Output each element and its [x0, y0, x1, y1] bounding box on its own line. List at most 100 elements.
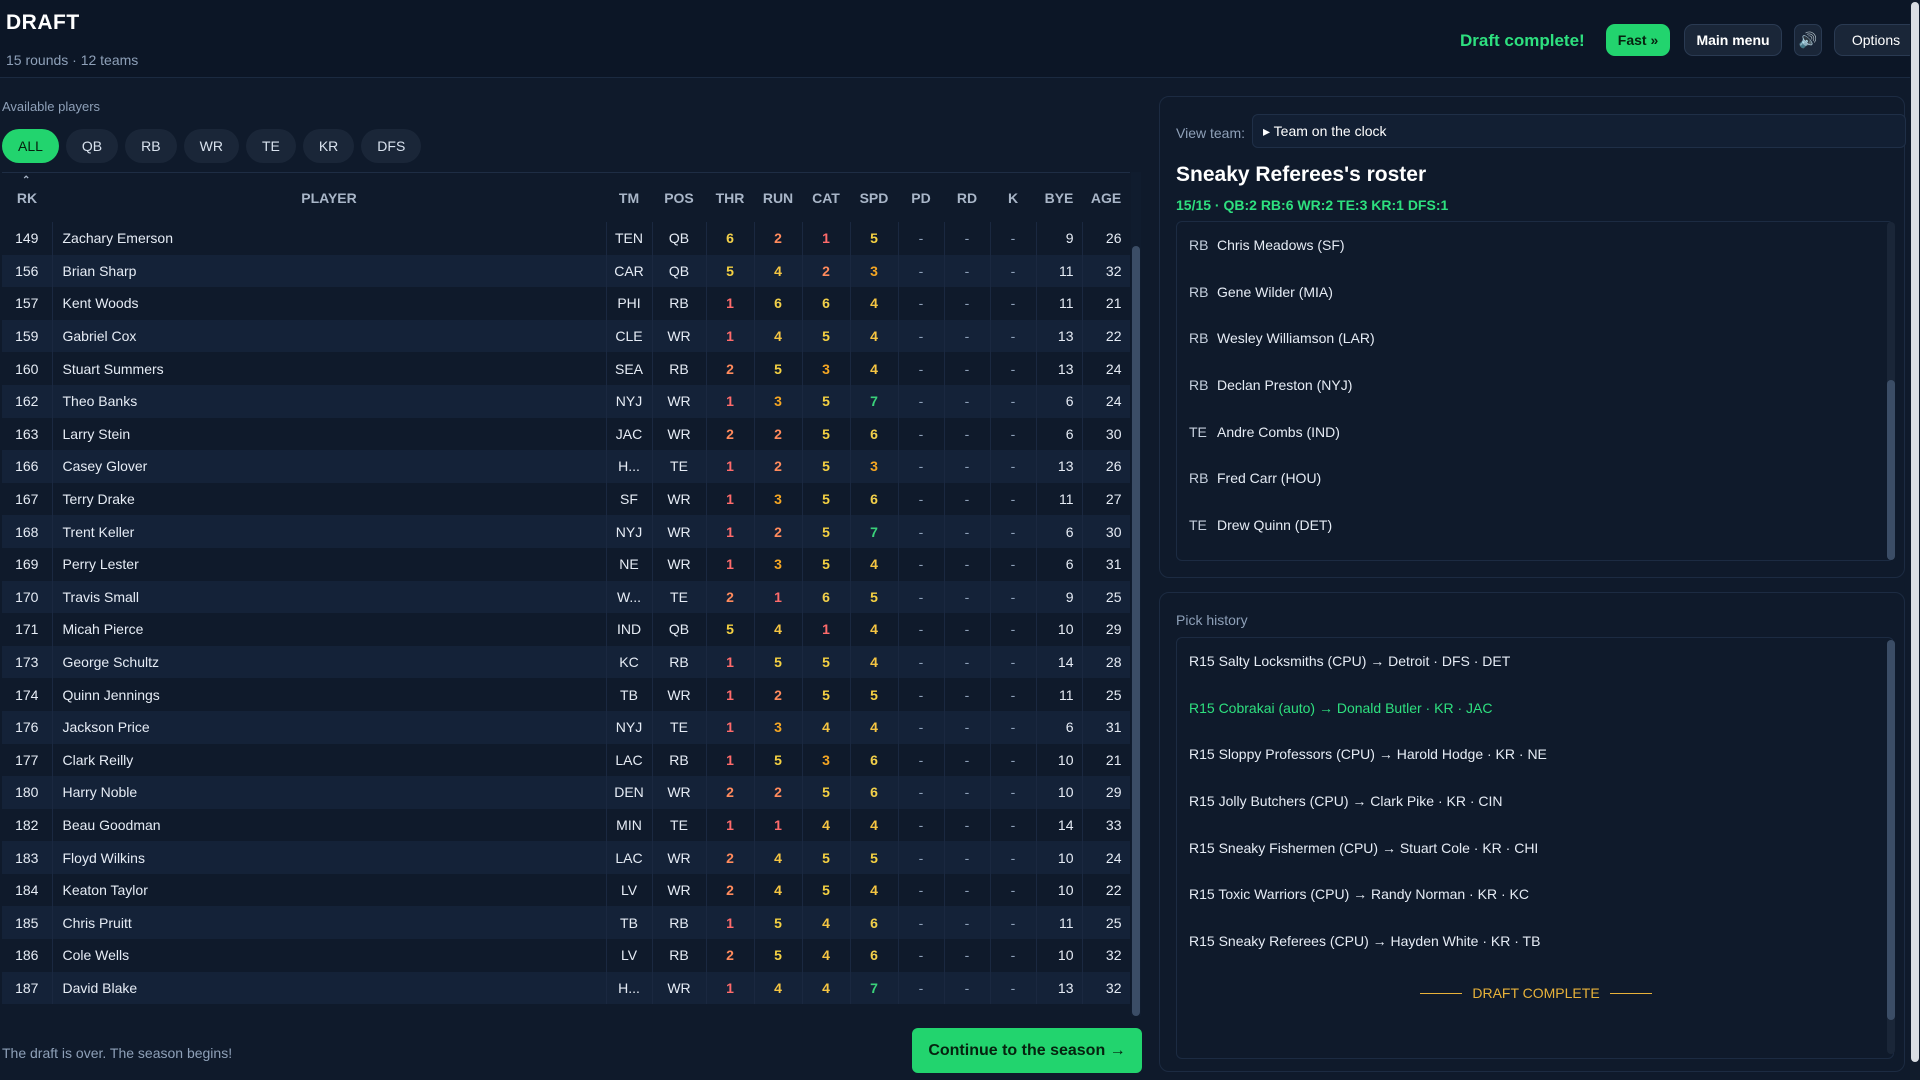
- column-header-age[interactable]: AGE: [1082, 173, 1130, 222]
- cell-pos: WR: [652, 971, 707, 1005]
- table-row[interactable]: 160 Stuart Summers SEA RB 2 5 3 4- - -13 24: [2, 352, 1130, 385]
- column-header-label: BYE: [1044, 189, 1074, 206]
- column-header-pd[interactable]: PD: [898, 173, 944, 222]
- table-row[interactable]: 177 Clark Reilly LAC RB 1 5 3 6- - -10 21: [2, 743, 1130, 777]
- cell-k: -: [990, 254, 1037, 288]
- filter-rb[interactable]: RB: [125, 129, 177, 163]
- sound-icon[interactable]: 🔊: [1794, 24, 1822, 56]
- history-scroll-thumb[interactable]: [1887, 640, 1895, 1020]
- cell-spd: 4: [850, 645, 899, 679]
- table-row[interactable]: 166 Casey Glover H... TE 1 2 5 3- - -13 26: [2, 450, 1130, 483]
- roster-item[interactable]: RB Declan Preston (NYJ): [1177, 362, 1893, 409]
- draft-over-message: The draft is over. The season begins!: [2, 1045, 233, 1061]
- roster-item[interactable]: RB Chris Meadows (SF): [1177, 222, 1893, 269]
- pick-history-list: R15 Salty Locksmiths (CPU) → Detroit · D…: [1176, 637, 1894, 1059]
- column-header-player[interactable]: PLAYER: [52, 173, 606, 222]
- cell-run: 2: [754, 515, 803, 548]
- main-menu-button[interactable]: Main menu: [1684, 24, 1782, 56]
- filter-dfs[interactable]: DFS: [361, 129, 422, 163]
- table-row[interactable]: 159 Gabriel Cox CLE WR 1 4 5 4- - -13 22: [2, 319, 1130, 353]
- table-row[interactable]: 157 Kent Woods PHI RB 1 6 6 4- - -11 21: [2, 287, 1130, 320]
- cell-run: 2: [754, 222, 803, 255]
- column-header-tm[interactable]: TM: [606, 173, 652, 222]
- table-row[interactable]: 174 Quinn Jennings TB WR 1 2 5 5- - -11 25: [2, 678, 1130, 711]
- column-header-pos[interactable]: POS: [652, 173, 706, 222]
- cell-tm: TEN: [606, 222, 653, 255]
- column-header-spd[interactable]: SPD: [850, 173, 898, 222]
- column-header-rd[interactable]: RD: [944, 173, 990, 222]
- column-header-run[interactable]: RUN: [754, 173, 802, 222]
- column-header-cat[interactable]: CAT: [802, 173, 850, 222]
- filter-kr[interactable]: KR: [302, 129, 355, 163]
- cell-tm: CLE: [606, 319, 653, 353]
- table-row[interactable]: 183 Floyd Wilkins LAC WR 2 4 5 5- - -10 24: [2, 841, 1130, 874]
- history-scrollbar[interactable]: [1887, 640, 1895, 1054]
- players-scrollbar[interactable]: [1131, 172, 1141, 1016]
- table-row[interactable]: 186 Cole Wells LV RB 2 5 4 6- - -10 32: [2, 939, 1130, 972]
- cell-rd: -: [944, 450, 991, 483]
- page-scrollbar[interactable]: [1910, 0, 1920, 1080]
- table-row[interactable]: 162 Theo Banks NYJ WR 1 3 5 7- - -6 24: [2, 384, 1130, 418]
- filter-qb[interactable]: QB: [65, 129, 119, 163]
- roster-scrollbar[interactable]: [1887, 222, 1895, 560]
- table-row[interactable]: 169 Perry Lester NE WR 1 3 5 4- - -6 31: [2, 547, 1130, 581]
- cell-thr: 1: [706, 319, 755, 353]
- table-row[interactable]: 187 David Blake H... WR 1 4 4 7- - -13 32: [2, 971, 1130, 1005]
- table-row[interactable]: 167 Terry Drake SF WR 1 3 5 6- - -11 27: [2, 482, 1130, 516]
- divider-line: [1420, 992, 1463, 994]
- column-header-k[interactable]: K: [990, 173, 1036, 222]
- cell-k: -: [990, 776, 1037, 809]
- filter-all[interactable]: ALL: [2, 129, 59, 163]
- filter-te[interactable]: TE: [245, 129, 296, 163]
- roster-item[interactable]: TE Drew Quinn (DET): [1177, 502, 1893, 549]
- table-row[interactable]: 168 Trent Keller NYJ WR 1 2 5 7- - -6 30: [2, 515, 1130, 548]
- roster-item[interactable]: RB Gene Wilder (MIA): [1177, 269, 1893, 316]
- players-scroll-thumb[interactable]: [1132, 246, 1140, 1016]
- roster-scroll-thumb[interactable]: [1887, 380, 1895, 560]
- roster-item[interactable]: TE Andre Combs (IND): [1177, 408, 1893, 455]
- table-row[interactable]: 184 Keaton Taylor LV WR 2 4 5 4- - -10 22: [2, 873, 1130, 907]
- table-row[interactable]: 156 Brian Sharp CAR QB 5 4 2 3- - -11 32: [2, 254, 1130, 288]
- pick-history-item: R15 Salty Locksmiths (CPU) → Detroit · D…: [1189, 653, 1511, 670]
- table-row[interactable]: 171 Micah Pierce IND QB 5 4 1 4- - -10 29: [2, 613, 1130, 646]
- cell-rk: 149: [2, 222, 53, 255]
- roster-item-position: RB: [1189, 330, 1209, 347]
- roster-item[interactable]: RB Wesley Williamson (LAR): [1177, 315, 1893, 362]
- cell-rk: 182: [2, 808, 53, 842]
- roster-item[interactable]: RB Fred Carr (HOU): [1177, 455, 1893, 502]
- filter-wr[interactable]: WR: [183, 129, 239, 163]
- column-header-rk[interactable]: ⌃ RK: [2, 173, 52, 222]
- table-row[interactable]: 180 Harry Noble DEN WR 2 2 5 6- - -10 29: [2, 776, 1130, 809]
- cell-thr: 1: [706, 645, 755, 679]
- cell-spd: 7: [850, 971, 899, 1005]
- cell-pd: -: [898, 450, 945, 483]
- fast-button[interactable]: Fast »: [1606, 24, 1670, 56]
- table-row[interactable]: 163 Larry Stein JAC WR 2 2 5 6- - -6 30: [2, 417, 1130, 451]
- cell-rk: 186: [2, 939, 53, 972]
- view-team-select[interactable]: ▸ Team on the clock: [1252, 114, 1906, 148]
- cell-k: -: [990, 580, 1037, 614]
- cell-bye: 13: [1036, 352, 1083, 385]
- cell-rk: 184: [2, 873, 53, 907]
- continue-to-season-button[interactable]: Continue to the season →: [912, 1028, 1142, 1073]
- table-row[interactable]: 176 Jackson Price NYJ TE 1 3 4 4- - -6 31: [2, 710, 1130, 744]
- table-row[interactable]: 182 Beau Goodman MIN TE 1 1 4 4- - -14 33: [2, 808, 1130, 842]
- cell-age: 32: [1082, 971, 1130, 1005]
- cell-age: 26: [1082, 222, 1130, 255]
- options-button[interactable]: Options: [1834, 24, 1918, 56]
- cell-age: 32: [1082, 254, 1130, 288]
- table-row[interactable]: 185 Chris Pruitt TB RB 1 5 4 6- - -11 25: [2, 906, 1130, 940]
- table-row[interactable]: 149 Zachary Emerson TEN QB 6 2 1 5- - -9 26: [2, 222, 1130, 255]
- cell-name: Stuart Summers: [52, 352, 607, 385]
- cell-thr: 1: [706, 906, 755, 940]
- cell-cat: 1: [802, 222, 851, 255]
- table-row[interactable]: 173 George Schultz KC RB 1 5 5 4- - -14 28: [2, 645, 1130, 679]
- page-scroll-thumb[interactable]: [1911, 2, 1919, 1062]
- cell-rd: -: [944, 808, 991, 842]
- column-header-bye[interactable]: BYE: [1036, 173, 1082, 222]
- page-title: DRAFT: [6, 11, 80, 34]
- cell-pos: WR: [652, 417, 707, 451]
- table-row[interactable]: 170 Travis Small W... TE 2 1 6 5- - -9 25: [2, 580, 1130, 614]
- cell-tm: NE: [606, 547, 653, 581]
- column-header-thr[interactable]: THR: [706, 173, 754, 222]
